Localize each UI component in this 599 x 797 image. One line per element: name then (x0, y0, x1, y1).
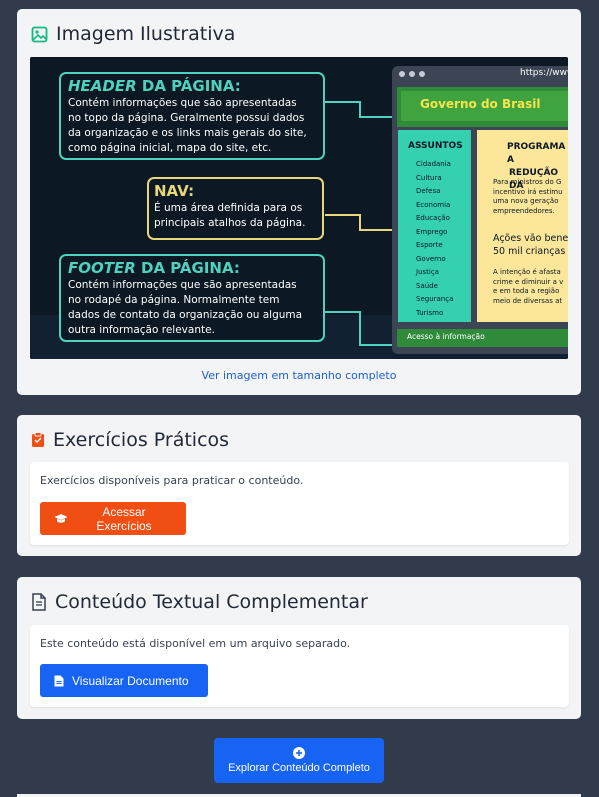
browser-nav-item: Esporte (416, 241, 443, 249)
view-full-image-link[interactable]: Ver imagem em tamanho completo (17, 369, 581, 382)
header-callout-title: HEADER DA PÁGINA: (68, 77, 241, 95)
image-icon (31, 26, 48, 43)
browser-nav-item: Cidadania (416, 160, 451, 168)
nav-callout-text: É uma área definida para os principais a… (154, 202, 306, 229)
browser-nav-item: Economia (416, 200, 451, 209)
browser-nav-item: Defesa (416, 187, 441, 195)
graduation-cap-icon (54, 513, 68, 525)
access-exercises-button[interactable]: Acessar Exercícios (40, 502, 186, 535)
exercises-card-header: Exercícios Práticos (31, 429, 229, 451)
footer-callout-text: Contém informações que são apresentadas … (68, 279, 303, 336)
exercises-panel: Exercícios disponíveis para praticar o c… (30, 462, 569, 545)
browser-nav-item: Turismo (416, 308, 444, 317)
view-document-label: Visualizar Documento (72, 673, 189, 688)
clipboard-icon (31, 432, 45, 448)
nav-callout: NAV: É uma área definida para os princip… (154, 182, 324, 231)
illustration-card-header: Imagem Ilustrativa (31, 23, 235, 45)
nav-callout-title: NAV: (154, 182, 195, 200)
header-callout: HEADER DA PÁGINA: Contém informações que… (68, 77, 322, 156)
browser-article-highlight: Ações vão benef 50 mil crianças e (493, 233, 568, 257)
header-callout-text: Contém informações que são apresentadas … (68, 97, 307, 154)
browser-nav-item: Educação (416, 214, 450, 222)
document-panel: Este conteúdo está disponível em um arqu… (30, 625, 569, 707)
footer-callout-title: FOOTER DA PÁGINA: (68, 259, 240, 277)
browser-nav-list: Cidadania Cultura Defesa Economia Educação Em… (416, 158, 453, 320)
document-card-title: Conteúdo Textual Complementar (55, 591, 368, 613)
view-document-button[interactable]: Visualizar Documento (40, 664, 208, 697)
browser-url: https://www (520, 68, 568, 78)
exercises-description: Exercícios disponíveis para praticar o c… (40, 474, 304, 487)
illustration-card-title: Imagem Ilustrativa (56, 23, 236, 45)
illustrative-image[interactable]: HEADER DA PÁGINA: Contém informações que… (30, 57, 568, 359)
browser-nav-item: Segurança (416, 295, 454, 303)
explore-full-content-button[interactable]: Explorar Conteúdo Completo (214, 738, 384, 783)
access-exercises-label: Acessar Exercícios (96, 504, 152, 533)
file-icon (54, 675, 64, 687)
browser-article-paragraph-2: A intenção é afasta crime e diminuir a v… (493, 268, 564, 305)
file-text-icon (31, 593, 47, 611)
plus-circle-icon (293, 747, 305, 759)
browser-nav-item: Saúde (416, 281, 438, 290)
document-card: Conteúdo Textual Complementar Este conte… (17, 577, 581, 719)
browser-nav-item: Emprego (416, 227, 448, 236)
illustration-card: Imagem Ilustrativa HEADER DA PÁGINA: Con… (17, 9, 581, 395)
browser-nav-item: Governo (416, 254, 446, 263)
explore-full-content-label: Explorar Conteúdo Completo (228, 762, 370, 774)
document-card-header: Conteúdo Textual Complementar (31, 591, 368, 613)
exercises-card: Exercícios Práticos Exercícios disponíve… (17, 415, 581, 556)
document-description: Este conteúdo está disponível em um arqu… (40, 637, 351, 650)
browser-nav-item: Cultura (416, 173, 442, 182)
browser-nav-heading: ASSUNTOS (408, 141, 463, 151)
browser-footer-text: Acesso à informação (407, 332, 485, 341)
exercises-card-title: Exercícios Práticos (53, 429, 230, 451)
browser-nav-item: Justiça (416, 268, 439, 276)
browser-article-paragraph-1: Para ministros do G incentivo irá estimu… (493, 178, 563, 215)
footer-callout: FOOTER DA PÁGINA: Contém informações que… (68, 259, 322, 338)
browser-site-title: Governo do Brasil (420, 97, 541, 111)
